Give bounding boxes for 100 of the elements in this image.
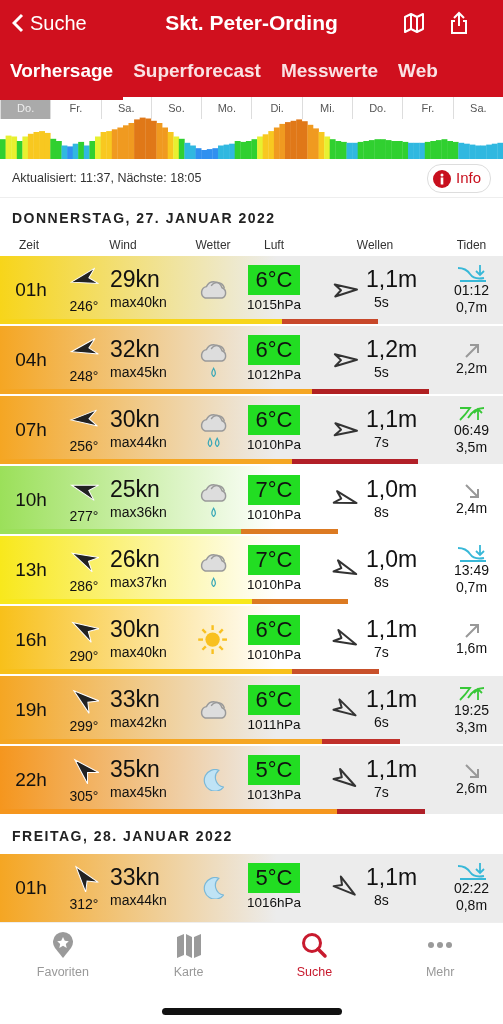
map-icon[interactable] — [403, 11, 425, 34]
wave-period: 6s — [373, 713, 390, 733]
wave-height: 1,1m — [366, 266, 419, 293]
tide-height: 2,4m — [455, 500, 488, 518]
tide-height: 1,6m — [455, 640, 488, 658]
tide-time: 13:49 — [453, 561, 489, 579]
day-tab[interactable]: Di. — [251, 97, 302, 119]
wave-period: 8s — [373, 573, 390, 593]
wind-gust: max36kn — [110, 503, 168, 523]
air-temperature: 7°C — [247, 544, 301, 575]
column-header: Luft — [263, 237, 285, 254]
wind-speed: 29kn — [110, 266, 161, 293]
column-header: Zeit — [18, 237, 40, 254]
air-pressure: 1010hPa — [246, 575, 302, 594]
wave-period: 8s — [373, 503, 390, 523]
location-title: Skt. Peter-Ording — [165, 11, 338, 34]
day-tab[interactable]: Sa. — [452, 97, 503, 119]
tab-bar-item[interactable]: Suche — [251, 923, 378, 1024]
wind-direction-icon — [71, 484, 99, 501]
air-temperature: 6°C — [247, 264, 301, 295]
wave-direction-icon — [332, 875, 356, 896]
map-icon — [174, 931, 203, 959]
hour-label: 13h — [14, 557, 48, 582]
column-header: Wellen — [355, 237, 395, 254]
air-temperature: 5°C — [247, 862, 301, 893]
wind-gust: max45kn — [110, 783, 168, 803]
wave-direction-icon — [333, 353, 358, 368]
wind-direction-icon — [73, 689, 99, 714]
wave-direction-icon — [332, 490, 358, 505]
wave-height: 1,1m — [366, 756, 419, 783]
day-tab[interactable]: Fr. — [50, 97, 101, 119]
wave-period: 5s — [373, 363, 390, 383]
air-pressure: 1010hPa — [246, 435, 302, 454]
hour-label: 07h — [14, 417, 48, 442]
day-tab[interactable]: Fr. — [402, 97, 453, 119]
update-time: Aktualisiert: 11:37, Nächste: 18:05 — [12, 170, 202, 188]
tab[interactable]: Messwerte — [270, 45, 389, 97]
air-pressure: 1010hPa — [246, 505, 302, 524]
wind-speed: 25kn — [110, 476, 161, 503]
wind-speed: 32kn — [110, 336, 161, 363]
wind-degrees: 256° — [69, 436, 99, 456]
wind-direction-icon — [70, 267, 99, 284]
day-tab[interactable]: Do. — [352, 97, 403, 119]
wave-height: 1,2m — [366, 336, 419, 363]
air-temperature: 6°C — [247, 614, 301, 645]
tab[interactable]: Superforecast — [123, 45, 271, 97]
moon-icon — [201, 876, 225, 900]
wind-degrees: 286° — [69, 576, 99, 596]
rain-cloud-icon — [198, 552, 228, 588]
wind-direction-icon — [72, 621, 99, 643]
day-tab[interactable]: Mi. — [301, 97, 353, 119]
wind-speed: 33kn — [110, 686, 161, 713]
share-icon[interactable] — [449, 10, 469, 35]
hour-label: 22h — [14, 767, 48, 792]
more-icon — [427, 941, 454, 949]
wave-period: 5s — [373, 293, 390, 313]
day-tab[interactable]: Sa. — [100, 97, 151, 119]
wave-height: 1,1m — [366, 406, 419, 433]
wind-gust: max37kn — [110, 573, 168, 593]
air-pressure: 1012hPa — [246, 365, 302, 384]
rain-cloud-icon — [198, 482, 228, 518]
wave-height: 1,1m — [366, 686, 419, 713]
wind-gust: max45kn — [110, 363, 168, 383]
wind-direction-icon — [75, 865, 99, 892]
tide-height: 0,7m — [455, 299, 488, 317]
info-icon — [432, 169, 451, 188]
wave-height: 1,0m — [366, 476, 419, 503]
cloud-icon — [198, 280, 228, 300]
tide-height: 0,7m — [455, 579, 488, 597]
wind-gust: max40kn — [110, 643, 168, 663]
day-tab[interactable]: Mo. — [201, 97, 252, 119]
wave-period: 7s — [373, 643, 390, 663]
cloud-icon — [198, 700, 228, 720]
wind-gust: max40kn — [110, 293, 168, 313]
wind-degrees: 277° — [69, 506, 99, 526]
wind-speed: 30kn — [110, 406, 161, 433]
hour-label: 10h — [14, 487, 48, 512]
back-button[interactable]: Suche — [0, 0, 87, 45]
wave-direction-icon — [333, 283, 358, 298]
rain-cloud-icon — [198, 412, 228, 448]
wind-speed: 30kn — [110, 616, 161, 643]
day-tab[interactable]: So. — [150, 97, 202, 119]
wind-gust: max44kn — [110, 433, 168, 453]
air-temperature: 6°C — [247, 334, 301, 365]
rain-cloud-icon — [198, 342, 228, 378]
wave-height: 1,1m — [366, 864, 419, 891]
wind-speed: 26kn — [110, 546, 161, 573]
back-chevron-icon — [12, 12, 24, 33]
wind-gust: max42kn — [110, 713, 168, 733]
tab[interactable]: Web — [388, 45, 448, 97]
column-header: Wind — [108, 237, 138, 254]
wave-height: 1,0m — [366, 546, 419, 573]
wind-degrees: 248° — [69, 366, 99, 386]
hour-label: 04h — [14, 347, 48, 372]
air-temperature: 6°C — [247, 404, 301, 435]
info-button[interactable]: Info — [426, 164, 491, 193]
tide-time: 06:49 — [453, 421, 489, 439]
wave-direction-icon — [332, 698, 357, 717]
wind-degrees: 290° — [69, 646, 99, 666]
wave-period: 7s — [373, 433, 390, 453]
